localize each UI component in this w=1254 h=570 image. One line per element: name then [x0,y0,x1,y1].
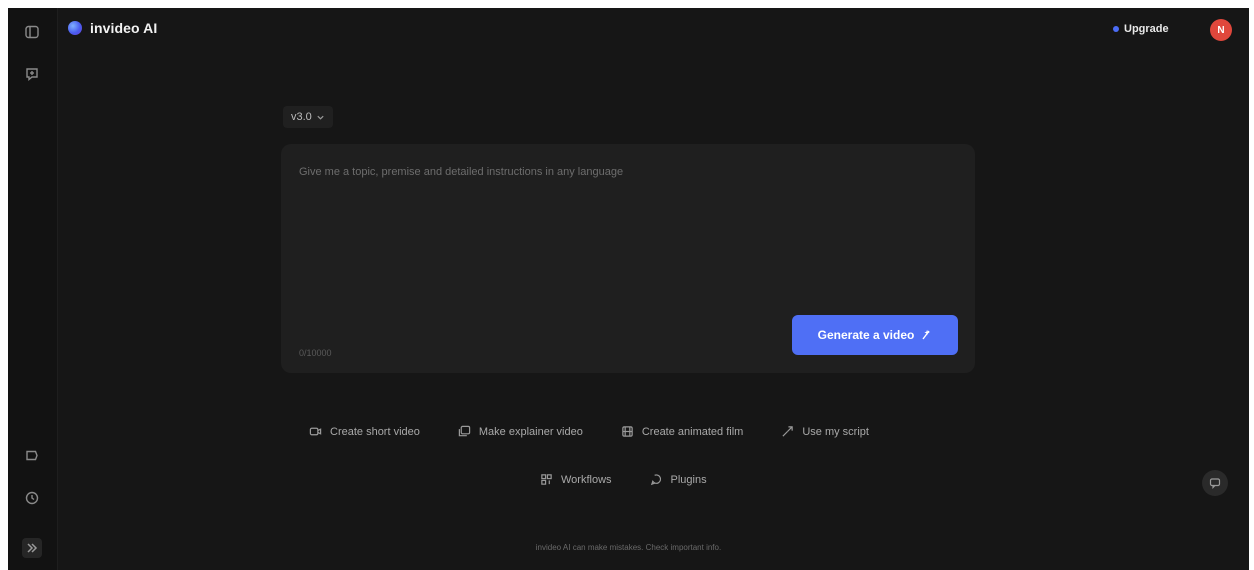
create-short-video-button[interactable]: Create short video [299,421,430,442]
support-chat-button[interactable] [1202,470,1228,496]
plugins-icon [650,474,661,486]
script-icon [782,426,794,437]
film-icon [622,426,633,437]
generate-video-button[interactable]: Generate a video [792,315,958,355]
version-label: v3.0 [291,111,312,123]
workflows-icon [541,474,552,485]
upgrade-button[interactable]: Upgrade [1113,23,1169,35]
chevron-down-icon [317,115,324,120]
invideo-logo-icon [68,21,82,35]
explainer-icon [458,425,471,437]
video-camera-icon [309,427,322,436]
brand[interactable]: invideo AI [68,20,157,36]
quick-actions-row-1: Create short video Make explainer video … [290,421,888,442]
version-select[interactable]: v3.0 [283,106,333,128]
prompt-input[interactable] [299,166,939,306]
workflows-button[interactable]: Workflows [530,469,622,490]
sparkle-icon [922,329,931,340]
left-rail [8,8,58,570]
feedback-icon[interactable] [22,446,42,466]
quick-actions-row-2: Workflows Plugins [521,469,726,490]
brand-name: invideo AI [90,20,158,36]
avatar[interactable]: N [1210,19,1232,41]
chat-icon [1209,478,1221,489]
use-my-script-button[interactable]: Use my script [771,421,879,442]
disclaimer-text: invideo AI can make mistakes. Check impo… [535,543,722,552]
history-icon[interactable] [22,488,42,508]
use-my-script-label: Use my script [802,425,869,438]
new-chat-icon[interactable] [22,64,42,84]
plugins-button[interactable]: Plugins [640,469,717,490]
plugins-label: Plugins [670,473,707,486]
workflows-label: Workflows [561,473,612,486]
create-animated-film-button[interactable]: Create animated film [611,421,754,442]
prompt-card: 0/10000 Generate a video [281,144,975,373]
create-animated-film-label: Create animated film [641,425,744,438]
generate-label: Generate a video [817,328,915,342]
upgrade-label: Upgrade [1124,23,1169,35]
char-count: 0/10000 [299,348,332,358]
upgrade-dot-icon [1113,26,1119,32]
sidebar-toggle-icon[interactable] [22,22,42,42]
make-explainer-video-button[interactable]: Make explainer video [448,421,593,442]
create-short-video-label: Create short video [330,425,420,438]
app-window: invideo AI Upgrade N v3.0 0/10000 Genera… [8,8,1249,570]
make-explainer-video-label: Make explainer video [478,425,583,438]
